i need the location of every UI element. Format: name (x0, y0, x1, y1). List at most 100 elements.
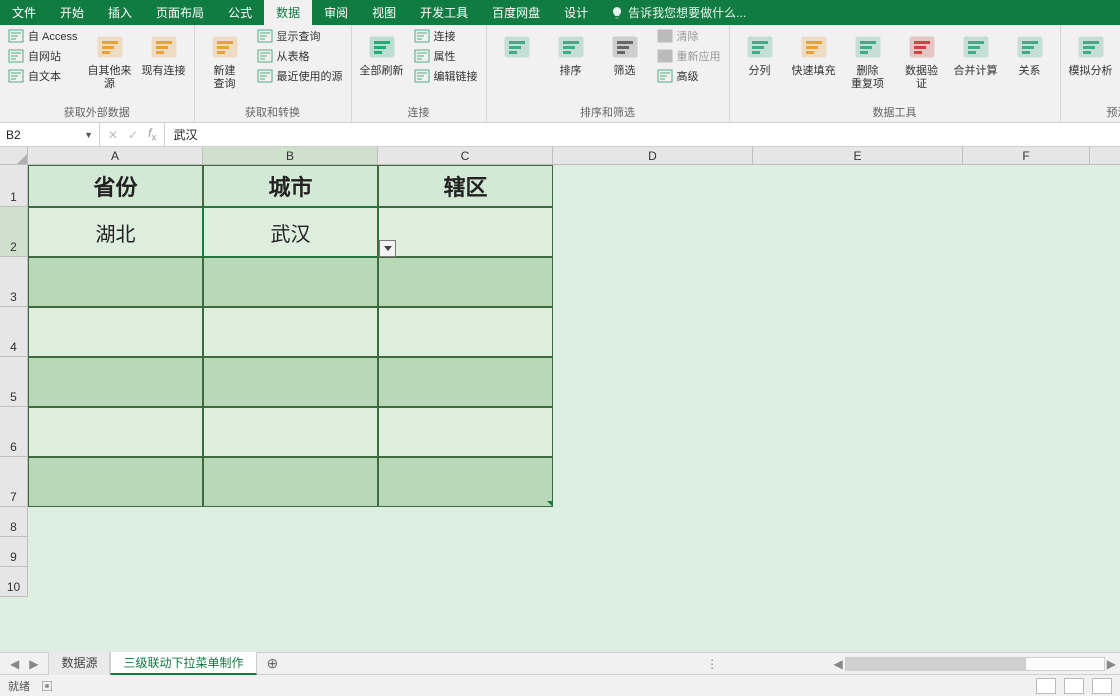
cmd-adv[interactable]: 高级 (655, 67, 723, 85)
cell-B6[interactable] (203, 407, 378, 457)
macro-record-icon[interactable] (40, 679, 54, 693)
menu-tab-文件[interactable]: 文件 (0, 0, 48, 25)
cmd-web[interactable]: 自网站 (6, 47, 80, 65)
header-cell-C1[interactable]: 辖区 (378, 165, 553, 207)
cmd-query[interactable]: 新建查询 (201, 27, 249, 91)
cmd-table[interactable]: 从表格 (255, 47, 345, 65)
row-header-6[interactable]: 6 (0, 407, 28, 457)
select-all-corner[interactable] (0, 147, 28, 164)
cell-A5[interactable] (28, 357, 203, 407)
menu-tab-百度网盘[interactable]: 百度网盘 (480, 0, 552, 25)
sheet-nav-next-icon[interactable]: ▶ (29, 657, 38, 671)
row-header-2[interactable]: 2 (0, 207, 28, 257)
cmd-showq[interactable]: 显示查询 (255, 27, 345, 45)
cancel-formula-button[interactable]: ✕ (108, 128, 118, 142)
cell-C4[interactable] (378, 307, 553, 357)
group-label: 数据工具 (736, 102, 1054, 122)
cmd-refresh[interactable]: 全部刷新 (358, 27, 406, 78)
cell-A7[interactable] (28, 457, 203, 507)
cell-A6[interactable] (28, 407, 203, 457)
cmd-filter[interactable]: 筛选 (601, 27, 649, 78)
cell-A2[interactable]: 湖北 (28, 207, 203, 257)
col-header-C[interactable]: C (378, 147, 553, 164)
cmd-prop[interactable]: 属性 (412, 47, 480, 65)
menu-tab-数据[interactable]: 数据 (264, 0, 312, 25)
horizontal-scrollbar[interactable]: ◀ ▶ (724, 657, 1120, 671)
menu-tab-视图[interactable]: 视图 (360, 0, 408, 25)
col-header-A[interactable]: A (28, 147, 203, 164)
row-header-3[interactable]: 3 (0, 257, 28, 307)
cell-C5[interactable] (378, 357, 553, 407)
row-header-7[interactable]: 7 (0, 457, 28, 507)
cmd-rel[interactable]: 关系 (1006, 27, 1054, 78)
cmd-consol[interactable]: 合并计算 (952, 27, 1000, 78)
header-cell-B1[interactable]: 城市 (203, 165, 378, 207)
menu-tab-开发工具[interactable]: 开发工具 (408, 0, 480, 25)
cmd-access[interactable]: 自 Access (6, 27, 80, 45)
cmd-reapply[interactable]: 重新应用 (655, 47, 723, 65)
accept-formula-button[interactable]: ✓ (128, 128, 138, 142)
cell-B7[interactable] (203, 457, 378, 507)
name-box[interactable]: B2 ▼ (0, 123, 100, 146)
cell-B5[interactable] (203, 357, 378, 407)
menu-tab-设计[interactable]: 设计 (552, 0, 600, 25)
sheet-tab-1[interactable]: 三级联动下拉菜单制作 (110, 652, 256, 675)
row-header-5[interactable]: 5 (0, 357, 28, 407)
menu-bar: 文件开始插入页面布局公式数据审阅视图开发工具百度网盘设计 告诉我您想要做什么..… (0, 0, 1120, 25)
cmd-conn[interactable]: 现有连接 (140, 27, 188, 78)
fx-button[interactable]: fx (148, 126, 156, 143)
cmd-dup[interactable]: 删除重复项 (844, 27, 892, 91)
view-layout-button[interactable] (1064, 678, 1084, 694)
menu-tab-公式[interactable]: 公式 (216, 0, 264, 25)
cmd-text[interactable]: 自文本 (6, 67, 80, 85)
row-header-1[interactable]: 1 (0, 165, 28, 207)
tell-me-search[interactable]: 告诉我您想要做什么... (600, 0, 756, 25)
cell-A3[interactable] (28, 257, 203, 307)
menu-tab-开始[interactable]: 开始 (48, 0, 96, 25)
cell-C2[interactable] (378, 207, 553, 257)
cmd-link[interactable]: 连接 (412, 27, 480, 45)
cell-B2[interactable]: 武汉 (203, 207, 378, 257)
table-resize-handle[interactable] (547, 501, 553, 507)
cell-A4[interactable] (28, 307, 203, 357)
cell-C3[interactable] (378, 257, 553, 307)
row-header-8[interactable]: 8 (0, 507, 28, 537)
cmd-clear[interactable]: 清除 (655, 27, 723, 45)
cell-B3[interactable] (203, 257, 378, 307)
cmd-flash[interactable]: 快速填充 (790, 27, 838, 78)
sheet-tab-0[interactable]: 数据源 (48, 652, 110, 675)
cmd-recent[interactable]: 最近使用的源 (255, 67, 345, 85)
cmd-db[interactable]: 自其他来源 (86, 27, 134, 91)
add-sheet-button[interactable]: ⊕ (257, 655, 289, 672)
col-header-F[interactable]: F (963, 147, 1090, 164)
whatif-icon (1075, 31, 1107, 63)
access-icon (8, 28, 24, 44)
data-validation-dropdown[interactable] (379, 240, 396, 257)
worksheet-grid[interactable]: ABCDEF 12345678910 省份城市辖区湖北武汉 (0, 147, 1120, 652)
cell-C6[interactable] (378, 407, 553, 457)
cmd-sortaz[interactable] (493, 27, 541, 65)
sheet-nav-prev-icon[interactable]: ◀ (10, 657, 19, 671)
header-cell-A1[interactable]: 省份 (28, 165, 203, 207)
cell-B4[interactable] (203, 307, 378, 357)
sheet-split-icon[interactable]: ⋮ (700, 657, 724, 671)
menu-tab-审阅[interactable]: 审阅 (312, 0, 360, 25)
row-header-10[interactable]: 10 (0, 567, 28, 597)
cmd-whatif[interactable]: 模拟分析 (1067, 27, 1115, 78)
row-header-4[interactable]: 4 (0, 307, 28, 357)
formula-input[interactable]: 武汉 (165, 123, 1120, 146)
cell-C7[interactable] (378, 457, 553, 507)
cmd-split[interactable]: 分列 (736, 27, 784, 78)
sheet-nav[interactable]: ◀ ▶ (0, 657, 48, 671)
view-normal-button[interactable] (1036, 678, 1056, 694)
view-pagebreak-button[interactable] (1092, 678, 1112, 694)
col-header-E[interactable]: E (753, 147, 963, 164)
col-header-D[interactable]: D (553, 147, 753, 164)
row-header-9[interactable]: 9 (0, 537, 28, 567)
menu-tab-页面布局[interactable]: 页面布局 (144, 0, 216, 25)
menu-tab-插入[interactable]: 插入 (96, 0, 144, 25)
col-header-B[interactable]: B (203, 147, 378, 164)
cmd-editlink[interactable]: 编辑链接 (412, 67, 480, 85)
cmd-sort[interactable]: 排序 (547, 27, 595, 78)
cmd-valid[interactable]: 数据验证 (898, 27, 946, 91)
